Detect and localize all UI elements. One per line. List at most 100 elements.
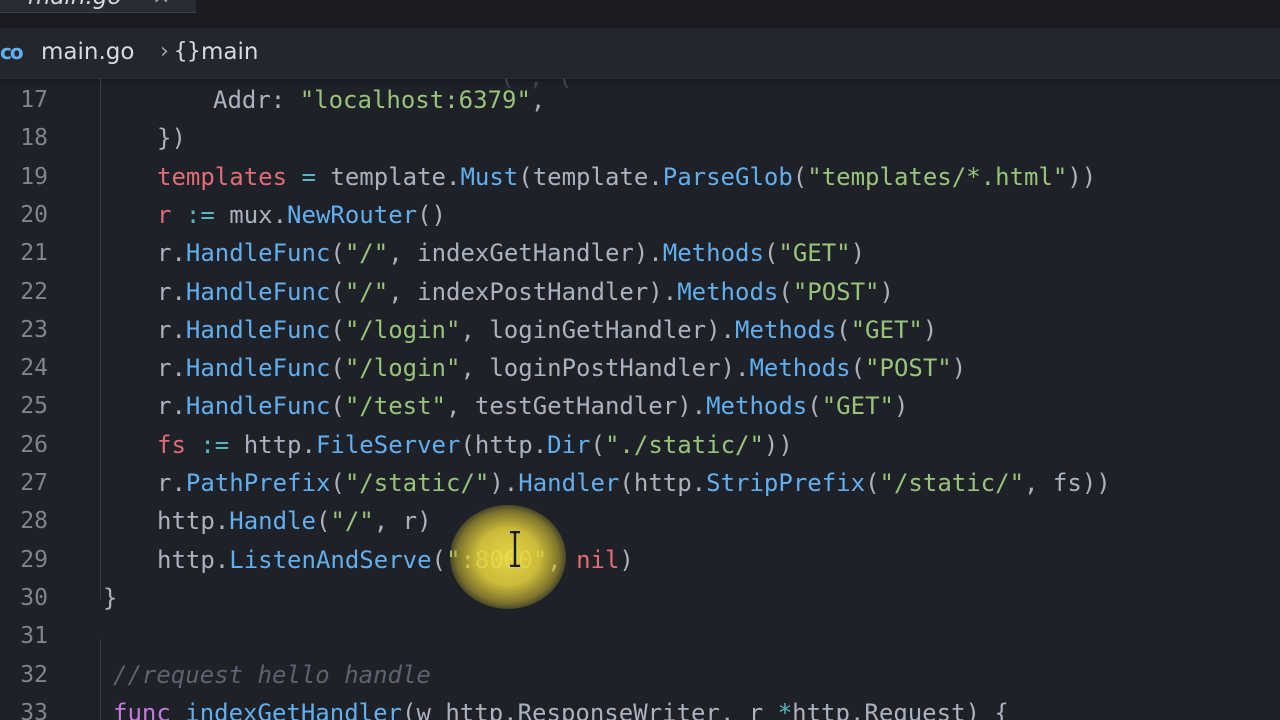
code-token: http.Request) { (792, 698, 1009, 720)
code-text[interactable]: r.HandleFunc("/login", loginGetHandler).… (157, 311, 937, 349)
code-token: fs (157, 430, 186, 459)
code-token: ( (865, 469, 880, 497)
code-text[interactable]: func indexGetHandler(w http.ResponseWrit… (113, 694, 1009, 720)
code-line[interactable]: 23 r.HandleFunc("/login", loginGetHandler… (0, 311, 1280, 349)
code-token: "/static/" (879, 469, 1025, 497)
code-token: "GET" (850, 315, 923, 344)
code-token: nil (576, 545, 620, 574)
line-number: 29 (20, 546, 48, 573)
code-token: () (417, 200, 446, 229)
code-token: ) (893, 392, 909, 421)
breadcrumb-symbol-main[interactable]: main (201, 38, 258, 66)
code-token: (http. (460, 430, 548, 459)
code-line[interactable]: 20 r := mux.NewRouter() (0, 196, 1280, 234)
code-token: Must (460, 162, 519, 191)
code-line[interactable]: 33 func indexGetHandler(w http.ResponseWr… (0, 694, 1280, 720)
code-token: } (103, 583, 118, 612)
code-token: r. (157, 315, 186, 344)
indent-guide (100, 639, 101, 720)
line-number: 25 (20, 393, 48, 420)
code-token: Methods (662, 239, 764, 268)
code-token: , r) (373, 507, 432, 536)
code-token: ( (850, 354, 866, 383)
code-text[interactable]: r.HandleFunc("/", indexPostHandler).Meth… (157, 273, 894, 311)
line-number: 27 (20, 470, 48, 496)
tab-bar: main.go × (0, 0, 1280, 28)
code-line[interactable]: 24 r.HandleFunc("/login", loginPostHandle… (0, 349, 1280, 387)
line-number: 20 (20, 201, 48, 228)
code-token: "/login" (344, 315, 461, 344)
code-text[interactable]: templates = template.Must(template.Parse… (157, 158, 1096, 196)
code-text[interactable]: //request hello handle (113, 656, 431, 694)
code-token: r. (157, 239, 186, 268)
code-token: ":8000" (446, 545, 548, 574)
code-token: Handler (518, 469, 620, 497)
line-number: 23 (20, 316, 48, 343)
code-token: (w http.ResponseWriter, r (402, 698, 778, 720)
code-token: Methods (735, 315, 837, 344)
code-token: "/login" (344, 354, 461, 383)
code-token: http. (243, 430, 316, 459)
code-token: , fs)) (1024, 469, 1111, 497)
code-line[interactable]: 30} (0, 579, 1280, 617)
code-line[interactable]: 18}) (0, 119, 1280, 157)
code-line[interactable]: 21 r.HandleFunc("/", indexGetHandler).Met… (0, 234, 1280, 272)
code-token: "/test" (344, 392, 447, 421)
breadcrumb-file[interactable]: main.go (41, 38, 134, 66)
code-line[interactable]: 19 templates = template.Must(template.Par… (0, 158, 1280, 196)
code-token: template. (330, 162, 461, 191)
tab-main-go[interactable]: main.go × (0, 0, 196, 13)
code-token: * (777, 698, 793, 720)
symbol-braces-icon: {} (174, 39, 201, 64)
code-line[interactable]: 31 (0, 617, 1280, 655)
line-number: 22 (20, 278, 48, 305)
code-line[interactable]: 29 http.ListenAndServe(":8000", nil) (0, 541, 1280, 579)
code-text[interactable]: r.HandleFunc("/", indexGetHandler).Metho… (157, 234, 865, 272)
code-line[interactable]: 32 //request hello handle (0, 656, 1280, 694)
code-text[interactable]: } (103, 579, 117, 617)
close-icon[interactable]: × (152, 0, 170, 10)
code-editor[interactable]: ( , ( 17Addr: "localhost:6379",18})19tem… (0, 79, 1280, 720)
code-token: //request hello handle (113, 660, 431, 689)
code-token: "./static/" (604, 430, 764, 459)
code-line[interactable]: 27 r.PathPrefix("/static/").Handler(http.… (0, 464, 1280, 502)
code-text[interactable]: }) (157, 119, 186, 157)
code-token: "POST" (865, 354, 952, 383)
tab-label[interactable]: main.go (28, 0, 121, 10)
line-number: 33 (20, 699, 48, 720)
code-line[interactable]: 28 http.Handle("/", r) (0, 502, 1280, 540)
code-token: r. (157, 277, 186, 306)
code-token: ( (330, 239, 345, 268)
code-line[interactable]: 17 Addr: "localhost:6379", (0, 81, 1280, 119)
code-token: )) (763, 430, 793, 459)
code-text[interactable]: http.ListenAndServe(":8000", nil) (157, 541, 634, 579)
code-line[interactable]: 22 r.HandleFunc("/", indexPostHandler).Me… (0, 273, 1280, 311)
line-number: 21 (20, 240, 48, 267)
code-token: ( (315, 507, 331, 536)
code-token: ( (590, 430, 605, 459)
code-text[interactable]: r.HandleFunc("/test", testGetHandler).Me… (157, 387, 908, 425)
code-text[interactable]: r.HandleFunc("/login", loginPostHandler)… (157, 349, 966, 387)
code-text[interactable]: r.PathPrefix("/static/").Handler(http.St… (157, 464, 1111, 502)
code-text[interactable]: http.Handle("/", r) (157, 502, 432, 540)
code-line[interactable]: 26 fs := http.FileServer(http.Dir("./stat… (0, 426, 1280, 464)
code-token: "templates/*.html" (807, 162, 1068, 191)
code-token: r. (157, 469, 186, 497)
line-number: 17 (20, 87, 48, 113)
code-token: = (287, 162, 331, 191)
code-token: "GET" (821, 392, 894, 421)
code-token: (http. (619, 469, 707, 497)
code-token: )) (1067, 162, 1097, 191)
code-token: "/static/" (344, 469, 490, 497)
line-number: 32 (20, 661, 48, 688)
code-text[interactable]: r := mux.NewRouter() (157, 196, 446, 234)
code-text[interactable]: fs := http.FileServer(http.Dir("./static… (157, 426, 793, 464)
indent-guide (100, 79, 101, 599)
code-token: }) (157, 124, 186, 153)
code-token: mux. (229, 200, 288, 229)
code-line[interactable]: 25 r.HandleFunc("/test", testGetHandler).… (0, 387, 1280, 425)
code-text[interactable]: Addr: "localhost:6379", (213, 81, 545, 119)
code-token: ) (951, 354, 967, 383)
chevron-right-icon: › (160, 39, 169, 64)
code-token: "GET" (778, 239, 851, 268)
